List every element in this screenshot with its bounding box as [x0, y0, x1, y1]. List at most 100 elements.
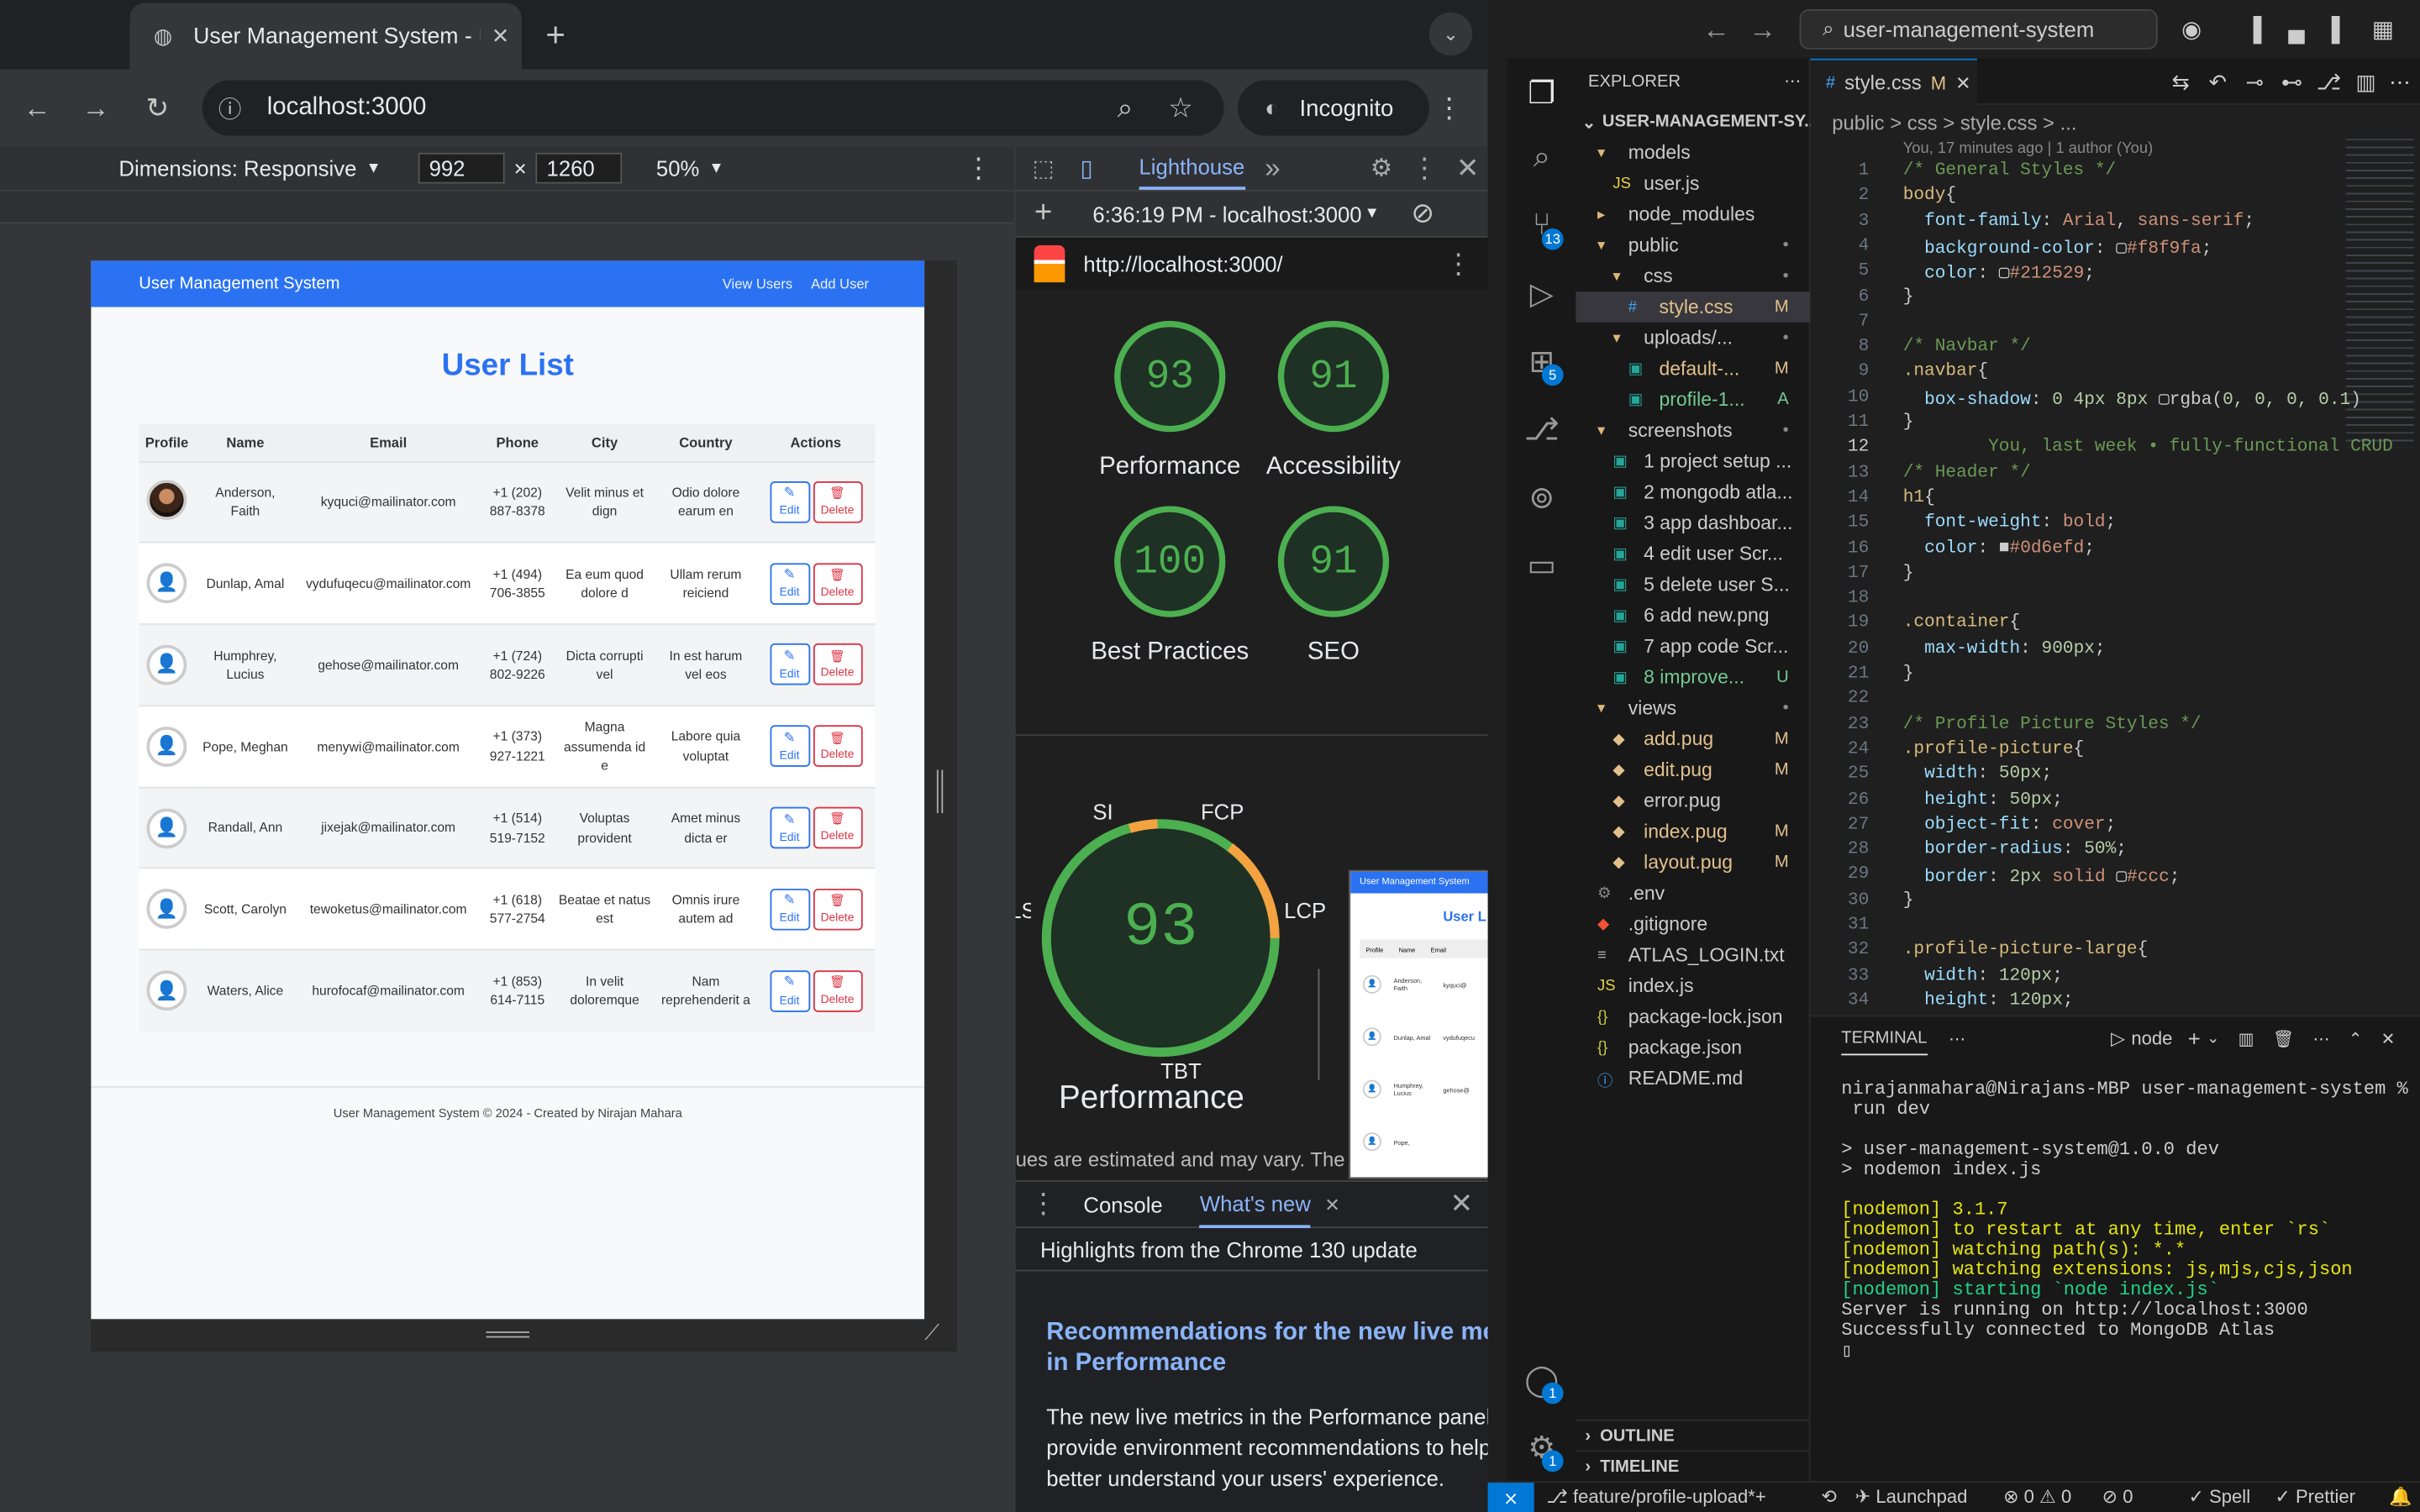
close-drawer-icon[interactable]: ✕: [1440, 1183, 1483, 1226]
tree-item[interactable]: ▾ public •: [1576, 230, 1810, 261]
media-query-ruler[interactable]: [0, 191, 1014, 224]
code-line[interactable]: height: 50px;: [1903, 789, 2063, 809]
tab-whats-new[interactable]: What's new: [1199, 1181, 1311, 1228]
chevron-down-icon[interactable]: ⌄: [2207, 1030, 2219, 1047]
edit-button[interactable]: ✎ Edit: [769, 888, 810, 931]
new-terminal-icon[interactable]: +: [2188, 1026, 2201, 1050]
tree-item[interactable]: ▣ 7 app code Scr...: [1576, 631, 1810, 662]
run-debug-icon[interactable]: ▷: [1520, 271, 1563, 314]
edit-button[interactable]: ✎ Edit: [769, 806, 810, 849]
corner-resize-icon[interactable]: ⟋: [924, 1319, 939, 1345]
reload-icon[interactable]: ↻: [136, 87, 179, 129]
outline-section[interactable]: › OUTLINE: [1576, 1419, 1811, 1451]
code-line[interactable]: border-radius: 50%;: [1903, 839, 2127, 859]
tree-item[interactable]: ▣ 4 edit user Scr...: [1576, 538, 1810, 570]
code-line[interactable]: /* Navbar */: [1903, 337, 2031, 357]
tree-item[interactable]: JS user.js: [1576, 168, 1810, 199]
tree-item[interactable]: ▣ profile-1... A: [1576, 384, 1810, 415]
tree-item[interactable]: JS index.js: [1576, 970, 1810, 1001]
tree-item[interactable]: ▣ 3 app dashboar...: [1576, 507, 1810, 538]
tab-search-icon[interactable]: ⌄: [1428, 12, 1473, 56]
nav-view-users[interactable]: View Users: [723, 276, 792, 291]
tree-item[interactable]: ≡ ATLAS_LOGIN.txt: [1576, 940, 1810, 971]
tree-item[interactable]: ▾ views •: [1576, 693, 1810, 724]
code-line[interactable]: /* General Styles */: [1903, 160, 2117, 181]
devtools-menu-icon[interactable]: ⋮: [1403, 146, 1446, 189]
code-line[interactable]: /* Header */: [1903, 462, 2031, 482]
close-tab-icon[interactable]: ✕: [1955, 71, 1970, 93]
settings-gear-icon[interactable]: ⚙: [1360, 146, 1402, 189]
dimensions-select[interactable]: Dimensions: Responsive: [118, 156, 356, 181]
app-brand[interactable]: User Management System: [139, 275, 339, 293]
zoom-select[interactable]: 50%: [656, 156, 699, 181]
edit-button[interactable]: ✎ Edit: [769, 643, 810, 686]
code-line[interactable]: .profile-picture-large{: [1903, 940, 2149, 960]
breadcrumb[interactable]: public > css > style.css > ...: [1832, 111, 2076, 134]
report-selector[interactable]: 6:36:19 PM - localhost:3000: [1092, 202, 1364, 226]
incognito-indicator[interactable]: ◐ Incognito: [1238, 80, 1429, 136]
maximize-icon[interactable]: ⌃: [2349, 1028, 2363, 1048]
delete-button[interactable]: 🗑 Delete: [813, 480, 862, 523]
delete-button[interactable]: 🗑 Delete: [813, 562, 862, 605]
tree-item[interactable]: ⓘ README.md: [1576, 1063, 1810, 1095]
address-bar[interactable]: ⓘ localhost:3000 ⌕ ☆: [202, 80, 1224, 136]
command-center-search[interactable]: ⌕ user-management-system: [1799, 9, 2158, 50]
delete-button[interactable]: 🗑 Delete: [813, 970, 862, 1012]
tree-item[interactable]: # style.css M: [1576, 291, 1811, 323]
tree-item[interactable]: ▾ models: [1576, 137, 1810, 168]
toggle-sidebar-icon[interactable]: ▐: [2232, 8, 2275, 50]
delete-button[interactable]: 🗑 Delete: [813, 643, 862, 686]
clear-icon[interactable]: ⊘: [1402, 192, 1444, 235]
workspace-root[interactable]: ⌄ USER-MANAGEMENT-SY...: [1576, 107, 1811, 138]
code-line[interactable]: font-weight: bold;: [1903, 512, 2116, 533]
code-line[interactable]: .navbar{: [1903, 362, 1988, 382]
zoom-icon[interactable]: ⌕: [1103, 87, 1146, 129]
url-text[interactable]: localhost:3000: [267, 94, 1104, 122]
resize-handle-icon[interactable]: [486, 1331, 530, 1338]
tree-item[interactable]: ▣ default-... M: [1576, 354, 1810, 385]
tree-item[interactable]: ◆ error.pug: [1576, 785, 1810, 816]
tree-item[interactable]: ◆ edit.pug M: [1576, 754, 1810, 785]
code-line[interactable]: width: 50px;: [1903, 764, 2052, 785]
delete-button[interactable]: 🗑 Delete: [813, 888, 862, 931]
tree-item[interactable]: ▸ node_modules: [1576, 199, 1810, 230]
tree-item[interactable]: ◆ index.pug M: [1576, 816, 1810, 848]
code-line[interactable]: background-color: ▢#f8f9fa;: [1903, 236, 2212, 259]
code-line[interactable]: border: 2px solid ▢#ccc;: [1903, 864, 2180, 888]
device-toggle-icon[interactable]: ▯: [1065, 146, 1107, 189]
remote-icon[interactable]: ⨯: [1487, 1483, 1534, 1512]
toggle-secondary-icon[interactable]: ▌: [2318, 8, 2361, 50]
tree-item[interactable]: {} package.json: [1576, 1032, 1810, 1063]
edit-button[interactable]: ✎ Edit: [769, 970, 810, 1012]
report-url[interactable]: http://localhost:3000/: [1083, 251, 1282, 276]
more-tabs-icon[interactable]: »: [1251, 146, 1294, 189]
code-line[interactable]: object-fit: cover;: [1903, 814, 2116, 834]
git-graph-icon[interactable]: ⎇: [1520, 407, 1563, 450]
tree-item[interactable]: ▾ screenshots •: [1576, 415, 1810, 446]
code-line[interactable]: /* Profile Picture Styles */: [1903, 714, 2202, 734]
sync-icon[interactable]: ⟲: [1821, 1486, 1836, 1508]
code-line[interactable]: You, last week • fully-functional CRUD: [1903, 437, 2393, 457]
code-line[interactable]: }: [1903, 664, 1914, 684]
code-line[interactable]: max-width: 900px;: [1903, 638, 2106, 659]
seo-gauge[interactable]: 91: [1277, 506, 1390, 617]
tree-item[interactable]: ▾ uploads/... •: [1576, 323, 1810, 354]
width-input[interactable]: 992: [418, 152, 505, 184]
close-tab-icon[interactable]: ✕: [1311, 1183, 1354, 1226]
edit-button[interactable]: ✎ Edit: [769, 480, 810, 523]
tree-item[interactable]: ▾ css •: [1576, 260, 1810, 291]
resize-handle-icon[interactable]: [936, 769, 944, 813]
more-icon[interactable]: ⋯: [2312, 1028, 2329, 1048]
delete-button[interactable]: 🗑 Delete: [813, 725, 862, 768]
code-line[interactable]: body{: [1903, 186, 1956, 206]
code-line[interactable]: .container{: [1903, 613, 2020, 633]
more-options-icon[interactable]: ⋮: [957, 146, 1000, 189]
bottom-resize-area[interactable]: ⟋: [91, 1319, 957, 1352]
tree-item[interactable]: ▣ 1 project setup ...: [1576, 446, 1810, 477]
height-input[interactable]: 1260: [535, 152, 623, 184]
drawer-link-line[interactable]: in Performance: [1046, 1348, 1489, 1379]
spell-status[interactable]: ✓ Spell: [2188, 1486, 2250, 1508]
code-line[interactable]: box-shadow: 0 4px 8px ▢rgba(0, 0, 0, 0.1…: [1903, 386, 2361, 410]
code-line[interactable]: }: [1903, 563, 1914, 583]
tree-item[interactable]: ◆ layout.pug M: [1576, 847, 1810, 878]
